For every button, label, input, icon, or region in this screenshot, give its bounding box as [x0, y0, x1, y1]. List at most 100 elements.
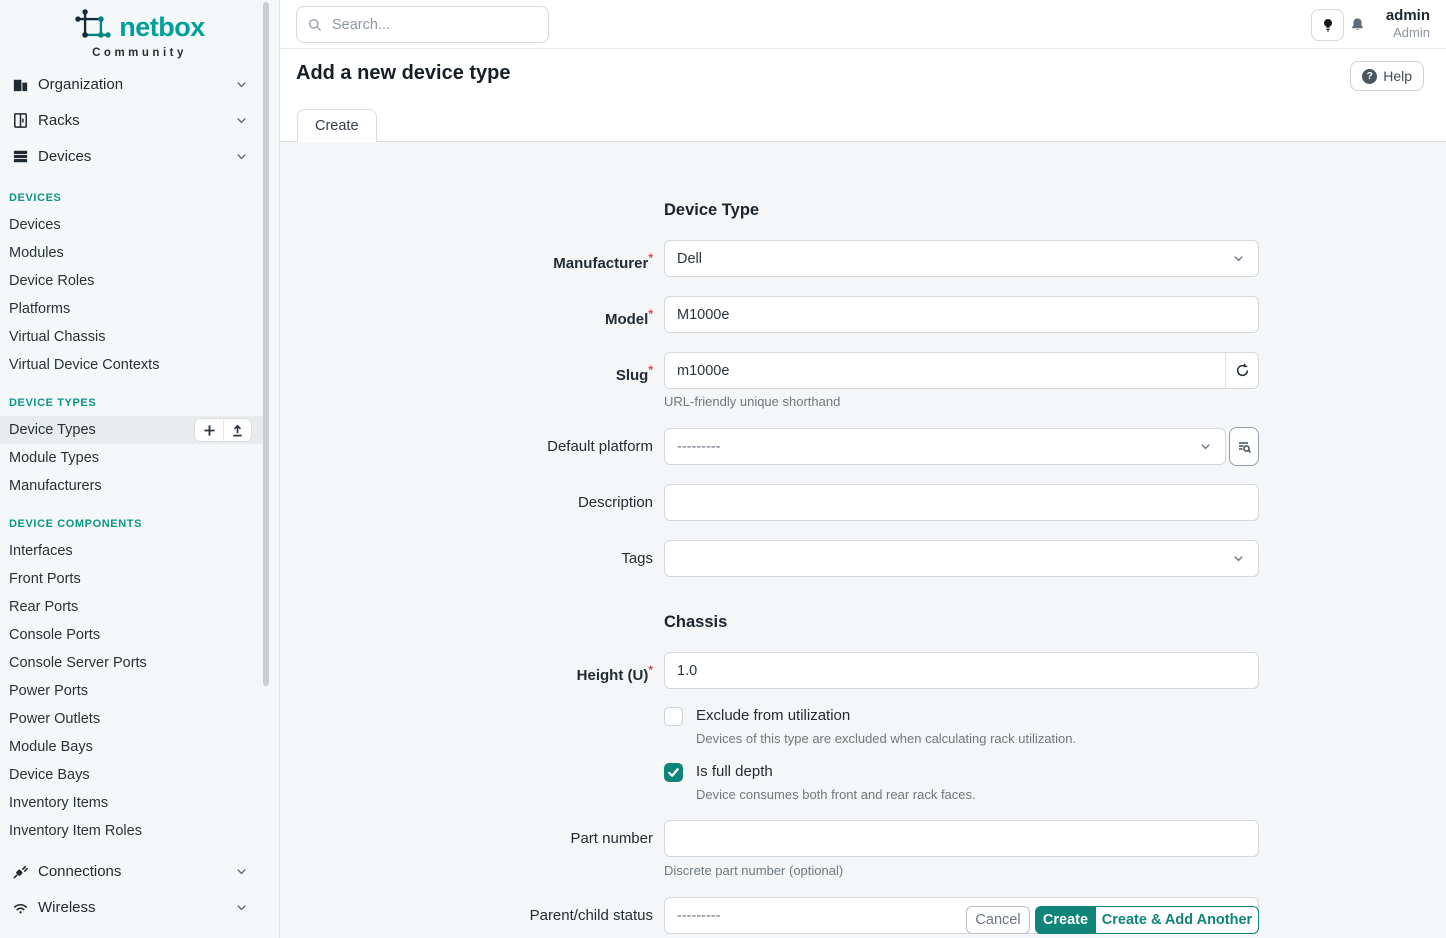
- required-marker: *: [648, 307, 653, 321]
- sidebar-item-organization[interactable]: Organization: [0, 66, 279, 102]
- is-full-depth-checkbox[interactable]: [664, 763, 683, 782]
- sidebar-item-rear-ports[interactable]: Rear Ports: [0, 593, 279, 621]
- manufacturer-value: Dell: [677, 251, 1231, 267]
- sidebar-item-power-ports[interactable]: Power Ports: [0, 677, 279, 705]
- description-label: Description: [280, 484, 653, 521]
- regenerate-slug-button[interactable]: [1225, 353, 1258, 388]
- chevron-down-icon: [234, 149, 249, 164]
- sidebar-item-label: Power Outlets: [9, 711, 100, 727]
- sidebar-item-power-outlets[interactable]: Power Outlets: [0, 705, 279, 733]
- chevron-down-icon: [1231, 551, 1246, 566]
- user-role: Admin: [1386, 25, 1430, 41]
- search-input[interactable]: [332, 17, 538, 33]
- add-device-type-button[interactable]: [195, 419, 223, 441]
- sidebar-item-label: Virtual Device Contexts: [9, 357, 159, 373]
- device-types-quick-actions: [194, 418, 252, 442]
- theme-toggle-button[interactable]: [1311, 9, 1344, 41]
- sidebar-item-virtual-chassis[interactable]: Virtual Chassis: [0, 323, 279, 351]
- sidebar-item-racks[interactable]: Racks: [0, 102, 279, 138]
- check-icon: [667, 766, 680, 779]
- sidebar-item-inventory-items[interactable]: Inventory Items: [0, 789, 279, 817]
- section-heading-device-type: Device Type: [664, 201, 759, 220]
- rack-icon: [11, 111, 30, 130]
- sidebar-item-virtual-device-contexts[interactable]: Virtual Device Contexts: [0, 351, 279, 379]
- sidebar-section-devices: DEVICES: [0, 190, 279, 206]
- sidebar-item-devices[interactable]: Devices: [0, 138, 279, 174]
- height-label: Height (U)*: [280, 652, 653, 694]
- required-marker: *: [648, 251, 653, 265]
- brand-subtitle: Community: [0, 47, 279, 59]
- sidebar-item-label: Module Types: [9, 450, 99, 466]
- tags-select[interactable]: [664, 540, 1259, 577]
- sidebar-item-label: Wireless: [38, 899, 234, 916]
- sidebar-item-console-server-ports[interactable]: Console Server Ports: [0, 649, 279, 677]
- sidebar-item-label: Rear Ports: [9, 599, 78, 615]
- browse-platforms-button[interactable]: [1229, 427, 1259, 466]
- sidebar-item-label: Virtual Chassis: [9, 329, 105, 345]
- sidebar-item-modules[interactable]: Modules: [0, 239, 279, 267]
- tab-create[interactable]: Create: [297, 109, 377, 142]
- section-heading-chassis: Chassis: [664, 613, 727, 632]
- description-input[interactable]: [664, 484, 1259, 521]
- is-full-depth-label[interactable]: Is full depth: [696, 761, 773, 783]
- brand-logo[interactable]: netbox Community: [0, 0, 279, 59]
- sidebar-item-label: Devices: [38, 148, 234, 165]
- sidebar-scrollbar[interactable]: [263, 2, 269, 686]
- slug-label: Slug*: [280, 352, 653, 394]
- default-platform-placeholder: ---------: [677, 439, 1198, 455]
- sidebar-item-console-ports[interactable]: Console Ports: [0, 621, 279, 649]
- brand-wordmark: netbox: [119, 12, 205, 43]
- manufacturer-select[interactable]: Dell: [664, 240, 1259, 277]
- default-platform-select[interactable]: ---------: [664, 428, 1226, 465]
- user-name: admin: [1386, 7, 1430, 25]
- sidebar-item-label: Platforms: [9, 301, 70, 317]
- sidebar-item-device-roles[interactable]: Device Roles: [0, 267, 279, 295]
- sidebar-item-interfaces[interactable]: Interfaces: [0, 537, 279, 565]
- sidebar-item-platforms[interactable]: Platforms: [0, 295, 279, 323]
- help-button[interactable]: Help: [1350, 61, 1424, 91]
- sidebar: netbox Community Organization Racks: [0, 0, 280, 938]
- height-input[interactable]: [664, 652, 1259, 689]
- sidebar-item-devices-list[interactable]: Devices: [0, 211, 279, 239]
- chevron-down-icon: [1231, 251, 1246, 266]
- sidebar-section-device-components: DEVICE COMPONENTS: [0, 516, 279, 532]
- plug-icon: [11, 862, 30, 881]
- create-and-add-another-button[interactable]: Create & Add Another: [1096, 906, 1259, 934]
- exclude-from-utilization-label[interactable]: Exclude from utilization: [696, 705, 850, 727]
- sidebar-item-manufacturers[interactable]: Manufacturers: [0, 472, 279, 500]
- sidebar-item-label: Inventory Items: [9, 795, 108, 811]
- sidebar-item-inventory-item-roles[interactable]: Inventory Item Roles: [0, 817, 279, 845]
- notifications-bell-icon[interactable]: [1349, 16, 1366, 33]
- upload-icon: [231, 424, 244, 437]
- chevron-down-icon: [234, 900, 249, 915]
- part-number-label: Part number: [280, 820, 653, 857]
- sidebar-item-device-types[interactable]: Device Types: [0, 416, 264, 444]
- tab-label: Create: [315, 118, 359, 134]
- sidebar-item-wireless[interactable]: Wireless: [0, 889, 279, 925]
- sidebar-item-module-bays[interactable]: Module Bays: [0, 733, 279, 761]
- slug-input[interactable]: [665, 353, 1225, 388]
- sidebar-item-label: Manufacturers: [9, 478, 102, 494]
- import-device-type-button[interactable]: [223, 419, 251, 441]
- sidebar-item-front-ports[interactable]: Front Ports: [0, 565, 279, 593]
- sidebar-item-connections[interactable]: Connections: [0, 853, 279, 889]
- sidebar-bottom-nav: Connections Wireless: [0, 853, 279, 925]
- sidebar-item-module-types[interactable]: Module Types: [0, 444, 279, 472]
- create-button[interactable]: Create: [1035, 906, 1096, 934]
- wifi-icon: [11, 898, 30, 917]
- search-box: [296, 6, 549, 43]
- chevron-down-icon: [234, 113, 249, 128]
- exclude-from-utilization-checkbox[interactable]: [664, 707, 683, 726]
- server-stack-icon: [11, 147, 30, 166]
- is-full-depth-hint: Device consumes both front and rear rack…: [696, 787, 976, 802]
- sidebar-item-device-bays[interactable]: Device Bays: [0, 761, 279, 789]
- slug-input-group: [664, 352, 1259, 389]
- topbar: admin Admin: [280, 0, 1446, 49]
- cancel-button[interactable]: Cancel: [966, 906, 1030, 934]
- manufacturer-label: Manufacturer*: [280, 240, 653, 282]
- part-number-input[interactable]: [664, 820, 1259, 857]
- search-icon: [307, 17, 323, 33]
- user-menu[interactable]: admin Admin: [1386, 7, 1430, 41]
- model-input[interactable]: [664, 296, 1259, 333]
- list-search-icon: [1236, 439, 1252, 455]
